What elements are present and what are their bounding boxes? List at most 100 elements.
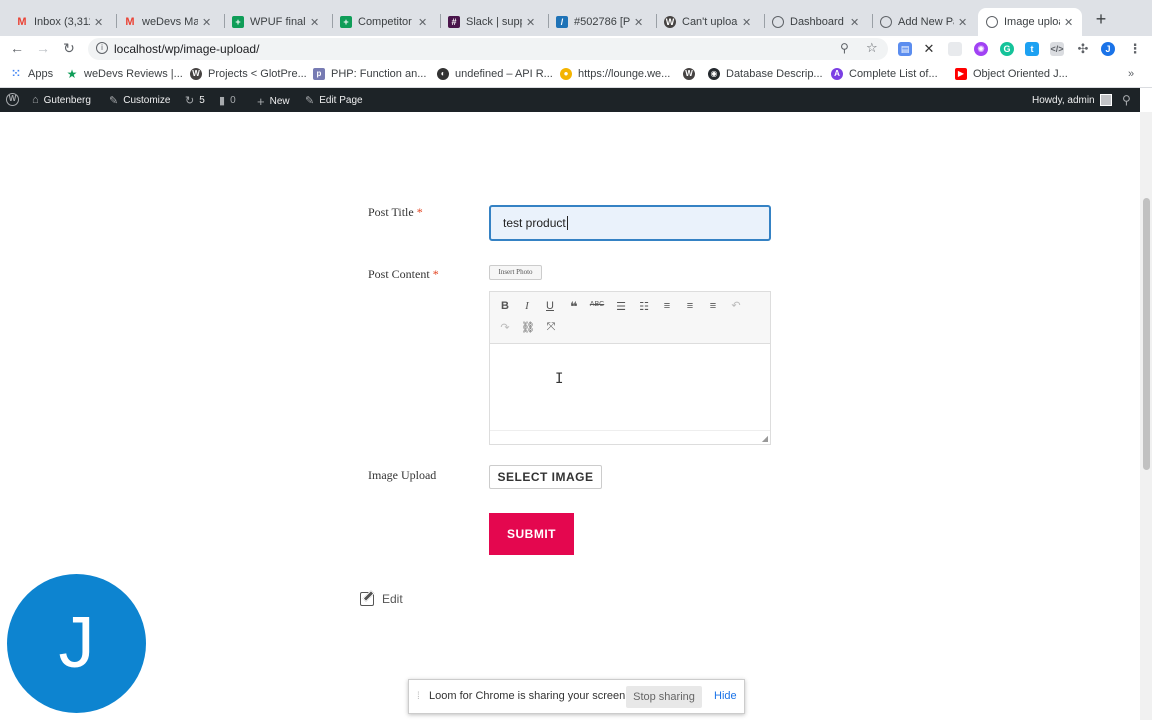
bookmark-object-oriented[interactable]: ▶ Object Oriented J... [955, 68, 1068, 80]
blockquote-icon[interactable]: ❝ [566, 299, 582, 315]
browser-tab-cant-upload[interactable]: W Can't uploa ✕ [656, 8, 760, 36]
close-tab-icon[interactable]: ✕ [94, 16, 104, 29]
resize-handle-icon[interactable]: ◢ [762, 434, 768, 443]
extension-blank-icon[interactable] [948, 42, 962, 56]
site-name-link[interactable]: ⌂ Gutenberg [32, 94, 91, 106]
bookmark-complete-list[interactable]: A Complete List of... [831, 68, 938, 80]
close-tab-icon[interactable]: ✕ [310, 16, 320, 29]
link-icon[interactable]: ⛓ [520, 321, 536, 334]
lounge-icon: ● [560, 68, 572, 80]
browser-tab-slack[interactable]: # Slack | supp ✕ [440, 8, 544, 36]
scrollbar-thumb[interactable] [1143, 198, 1150, 470]
align-center-icon[interactable]: ≡ [682, 300, 698, 312]
close-tab-icon[interactable]: ✕ [850, 16, 860, 29]
bookmark-apps[interactable]: ⁙ Apps [10, 68, 53, 80]
required-mark: * [416, 205, 423, 219]
wp-logo-icon[interactable]: W [6, 93, 19, 106]
bookmark-wedevs-reviews[interactable]: ★ weDevs Reviews |... [66, 68, 183, 80]
browser-tab-wedevs-mail[interactable]: M weDevs Mail ✕ [116, 8, 220, 36]
browser-tab-ticket[interactable]: / #502786 [P ✕ [548, 8, 652, 36]
globe-icon [880, 16, 892, 28]
loom-camera-avatar[interactable]: J [7, 574, 146, 713]
align-left-icon[interactable]: ≡ [659, 300, 675, 312]
profile-avatar[interactable]: J [1101, 42, 1115, 56]
bookmark-php[interactable]: p PHP: Function an... [313, 68, 426, 80]
insert-photo-button[interactable]: Insert Photo [489, 265, 542, 280]
wordpress-icon: W [664, 16, 676, 28]
avatar [1099, 94, 1112, 106]
browser-tab-strip: M Inbox (3,311 ✕ M weDevs Mail ✕ + WPUF … [0, 0, 1152, 36]
post-title-input[interactable]: test product [489, 205, 771, 241]
address-bar[interactable]: i localhost/wp/image-upload/ ⚲ ☆ [88, 38, 888, 60]
browser-tab-add-new-page[interactable]: Add New Pa ✕ [872, 8, 976, 36]
globe-icon [986, 16, 998, 28]
select-image-button[interactable]: SELECT IMAGE [489, 465, 602, 489]
customize-link[interactable]: ✎ Customize [109, 94, 170, 107]
required-mark: * [432, 267, 439, 281]
fullscreen-icon[interactable]: ⤧ [543, 321, 559, 334]
stop-sharing-button[interactable]: Stop sharing [626, 686, 702, 708]
drag-handle-icon[interactable]: ⁞ [417, 691, 420, 702]
close-tab-icon[interactable]: ✕ [634, 16, 644, 29]
extensions-puzzle-icon[interactable]: ✣ [1076, 42, 1090, 56]
bookmark-wordpress[interactable]: W [683, 68, 701, 80]
more-bookmarks-icon[interactable]: » [1128, 68, 1134, 80]
search-icon[interactable]: ⚲ [1122, 93, 1131, 107]
close-tab-icon[interactable]: ✕ [526, 16, 536, 29]
back-arrow-icon[interactable]: ← [8, 40, 26, 56]
bookmark-lounge[interactable]: ● https://lounge.we... [560, 68, 670, 80]
bookmark-api-ref[interactable]: ◐ undefined – API R... [437, 68, 553, 80]
pencil-icon: ✎ [305, 95, 315, 107]
my-account-link[interactable]: Howdy, admin [1032, 94, 1112, 106]
editor-text-area[interactable] [490, 344, 770, 430]
bookmark-database[interactable]: ◉ Database Descrip... [708, 68, 823, 80]
php-icon: p [313, 68, 325, 80]
browser-tab-dashboard[interactable]: Dashboard ✕ [764, 8, 868, 36]
gmail-icon: M [17, 16, 27, 28]
close-tab-icon[interactable]: ✕ [958, 16, 968, 29]
forward-arrow-icon[interactable]: → [34, 40, 52, 56]
extension-x-icon[interactable]: ✕ [922, 42, 936, 56]
close-tab-icon[interactable]: ✕ [1064, 16, 1074, 29]
post-content-label: Post Content * [368, 267, 439, 281]
globe-icon [772, 16, 784, 28]
extension-code-icon[interactable]: </> [1050, 42, 1064, 56]
zoom-icon[interactable]: ⚲ [840, 41, 849, 55]
strikethrough-icon[interactable]: ABC [589, 301, 605, 308]
bookmark-glotpress[interactable]: W Projects < GlotPre... [190, 68, 307, 80]
close-tab-icon[interactable]: ✕ [202, 16, 212, 29]
site-info-icon[interactable]: i [96, 42, 108, 54]
browser-tab-image-upload[interactable]: Image uploa ✕ [978, 8, 1082, 36]
undo-icon[interactable]: ↶ [728, 299, 744, 312]
slack-icon: # [448, 16, 460, 28]
extension-colorful-icon[interactable]: ✺ [974, 42, 988, 56]
ticket-icon: / [556, 16, 568, 28]
bold-icon[interactable]: B [497, 300, 513, 312]
extension-translate-icon[interactable]: ▤ [898, 42, 912, 56]
numbered-list-icon[interactable]: ☷ [636, 300, 652, 313]
hide-button[interactable]: Hide [714, 690, 737, 702]
extension-grammarly-icon[interactable]: G [1000, 42, 1014, 56]
underline-icon[interactable]: U [542, 300, 558, 312]
bullet-list-icon[interactable]: ☰ [613, 300, 629, 313]
redo-icon[interactable]: ↷ [497, 321, 513, 334]
close-tab-icon[interactable]: ✕ [418, 16, 428, 29]
browser-tab-inbox[interactable]: M Inbox (3,311 ✕ [8, 8, 112, 36]
updates-link[interactable]: ↻ 5 [185, 94, 205, 107]
edit-page-link[interactable]: ✎ Edit Page [305, 94, 363, 107]
reload-icon[interactable]: ↻ [60, 40, 78, 57]
italic-icon[interactable]: I [519, 300, 535, 312]
new-content-link[interactable]: + New [257, 94, 290, 109]
browser-menu-icon[interactable]: ⋮ [1128, 42, 1142, 56]
edit-link[interactable]: Edit [360, 592, 403, 606]
bookmark-star-icon[interactable]: ☆ [866, 40, 878, 56]
submit-button[interactable]: SUBMIT [489, 513, 574, 555]
comments-link[interactable]: ▮ 0 [219, 94, 236, 107]
align-right-icon[interactable]: ≡ [705, 300, 721, 312]
browser-tab-competitor[interactable]: + Competitor ✕ [332, 8, 436, 36]
close-tab-icon[interactable]: ✕ [742, 16, 752, 29]
browser-tab-wpuf-final[interactable]: + WPUF final ✕ [224, 8, 328, 36]
extension-twitter-icon[interactable]: t [1025, 42, 1039, 56]
address-bar-url[interactable]: localhost/wp/image-upload/ [114, 42, 259, 56]
new-tab-button[interactable]: + [1092, 9, 1110, 30]
